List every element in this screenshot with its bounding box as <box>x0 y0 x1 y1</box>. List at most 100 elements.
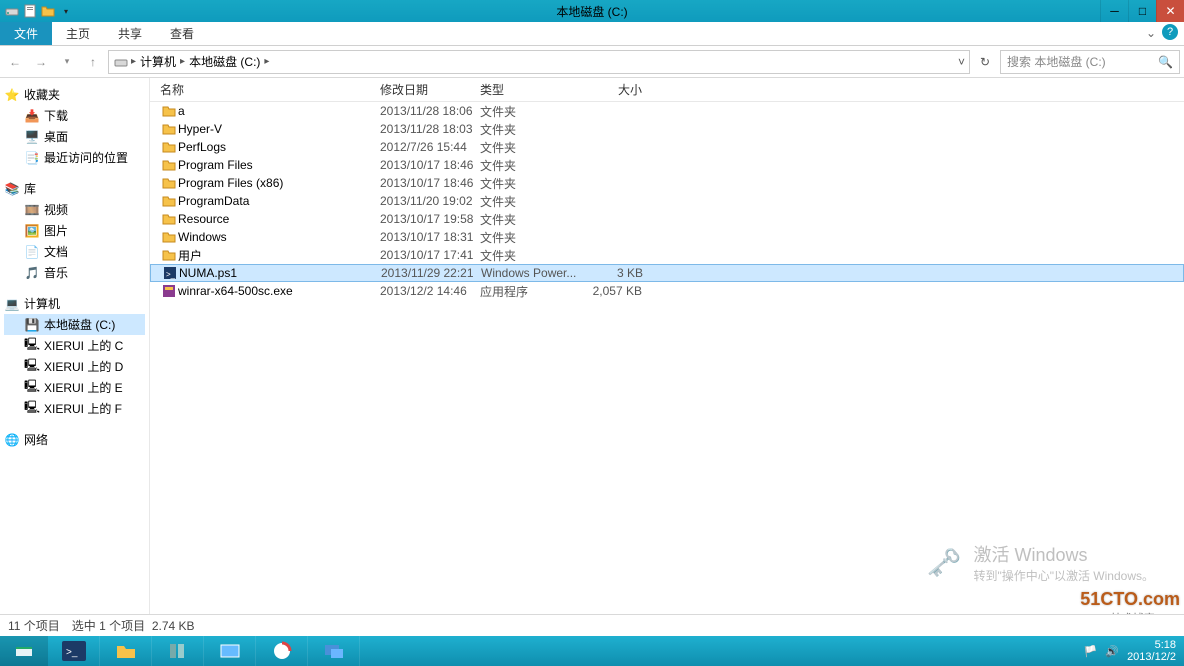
recent-locations-icon[interactable]: ▾ <box>56 51 78 73</box>
tray-date: 2013/12/2 <box>1127 651 1176 663</box>
folder-icon[interactable] <box>40 3 56 19</box>
up-button[interactable]: ↑ <box>82 51 104 73</box>
taskbar-rdp[interactable] <box>308 636 360 666</box>
column-type[interactable]: 类型 <box>480 81 586 98</box>
file-row[interactable]: Program Files (x86)2013/10/17 18:46文件夹 <box>150 174 1184 192</box>
file-date: 2013/11/29 22:21 <box>381 266 481 280</box>
nav-netdrive-e[interactable]: 🖳XIERUI 上的 E <box>4 377 145 398</box>
file-row[interactable]: 用户2013/10/17 17:41文件夹 <box>150 246 1184 264</box>
breadcrumb-drive[interactable]: 本地磁盘 (C:) <box>187 53 262 70</box>
chevron-right-icon[interactable]: ▸ <box>264 56 269 67</box>
nav-netdrive-f[interactable]: 🖳XIERUI 上的 F <box>4 398 145 419</box>
nav-pictures[interactable]: 🖼️图片 <box>4 220 145 241</box>
nav-netdrive-d[interactable]: 🖳XIERUI 上的 D <box>4 356 145 377</box>
tab-view[interactable]: 查看 <box>156 22 208 45</box>
nav-desktop[interactable]: 🖥️桌面 <box>4 126 145 147</box>
nav-libraries[interactable]: 📚库 <box>4 178 145 199</box>
nav-documents[interactable]: 📄文档 <box>4 241 145 262</box>
forward-button[interactable]: → <box>30 51 52 73</box>
tray-flag-icon[interactable]: 🏳️ <box>1084 645 1098 658</box>
quick-access-toolbar: ▾ <box>0 3 74 19</box>
file-row[interactable]: Windows2013/10/17 18:31文件夹 <box>150 228 1184 246</box>
taskbar: >_ 🏳️ 🔊 5:18 2013/12/2 <box>0 636 1184 666</box>
address-bar[interactable]: ▸ 计算机 ▸ 本地磁盘 (C:) ▸ ˅ <box>108 50 970 74</box>
status-bar: 11 个项目 选中 1 个项目 2.74 KB <box>0 614 1184 636</box>
download-icon: 📥 <box>24 108 40 124</box>
back-button[interactable]: ← <box>4 51 26 73</box>
file-type: 文件夹 <box>480 139 586 156</box>
nav-videos[interactable]: 🎞️视频 <box>4 199 145 220</box>
taskbar-hyperv[interactable] <box>204 636 256 666</box>
file-date: 2013/10/17 18:31 <box>380 230 480 244</box>
column-size[interactable]: 大小 <box>586 81 642 98</box>
props-icon[interactable] <box>22 3 38 19</box>
star-icon: ⭐ <box>4 87 20 103</box>
search-input[interactable]: 搜索 本地磁盘 (C:) 🔍 <box>1000 50 1180 74</box>
nav-netdrive-c[interactable]: 🖳XIERUI 上的 C <box>4 335 145 356</box>
drive-icon <box>4 3 20 19</box>
file-row[interactable]: a2013/11/28 18:06文件夹 <box>150 102 1184 120</box>
taskbar-powershell[interactable]: >_ <box>48 636 100 666</box>
file-row[interactable]: PerfLogs2012/7/26 15:44文件夹 <box>150 138 1184 156</box>
svg-text:>_: >_ <box>166 270 176 279</box>
file-list-pane: 名称 修改日期 类型 大小 a2013/11/28 18:06文件夹Hyper-… <box>150 78 1184 634</box>
taskbar-server-manager[interactable] <box>152 636 204 666</box>
file-row[interactable]: Hyper-V2013/11/28 18:03文件夹 <box>150 120 1184 138</box>
file-name: PerfLogs <box>178 140 380 154</box>
file-type: 文件夹 <box>480 211 586 228</box>
qat-dropdown-icon[interactable]: ▾ <box>58 3 74 19</box>
taskbar-explorer[interactable] <box>100 636 152 666</box>
refresh-button[interactable]: ↻ <box>974 55 996 69</box>
window-title: 本地磁盘 (C:) <box>556 3 627 20</box>
minimize-button[interactable]: ─ <box>1100 0 1128 22</box>
help-icon[interactable]: ? <box>1162 24 1178 40</box>
status-selection: 选中 1 个项目 2.74 KB <box>72 617 195 634</box>
column-date[interactable]: 修改日期 <box>380 81 480 98</box>
tray-volume-icon[interactable]: 🔊 <box>1105 645 1119 658</box>
title-bar: ▾ 本地磁盘 (C:) ─ □ ✕ <box>0 0 1184 22</box>
breadcrumb-computer[interactable]: 计算机 <box>138 53 178 70</box>
folder-icon <box>160 175 178 191</box>
file-row[interactable]: Program Files2013/10/17 18:46文件夹 <box>150 156 1184 174</box>
nav-recent[interactable]: 📑最近访问的位置 <box>4 147 145 168</box>
file-size: 3 KB <box>587 266 643 280</box>
library-icon: 📚 <box>4 181 20 197</box>
tab-file[interactable]: 文件 <box>0 22 52 45</box>
file-row[interactable]: winrar-x64-500sc.exe2013/12/2 14:46应用程序2… <box>150 282 1184 300</box>
column-headers: 名称 修改日期 类型 大小 <box>150 78 1184 102</box>
file-date: 2013/10/17 18:46 <box>380 158 480 172</box>
file-row[interactable]: Resource2013/10/17 19:58文件夹 <box>150 210 1184 228</box>
tab-home[interactable]: 主页 <box>52 22 104 45</box>
start-button[interactable] <box>0 636 48 666</box>
file-size: 2,057 KB <box>586 284 642 298</box>
file-date: 2013/11/28 18:06 <box>380 104 480 118</box>
address-dropdown-icon[interactable]: ˅ <box>958 55 965 69</box>
file-date: 2013/10/17 18:46 <box>380 176 480 190</box>
netdrive-icon: 🖳 <box>24 359 40 375</box>
file-type: 文件夹 <box>480 193 586 210</box>
ribbon-collapse-icon[interactable]: ⌄ <box>1146 26 1156 40</box>
nav-favorites[interactable]: ⭐收藏夹 <box>4 84 145 105</box>
taskbar-app[interactable] <box>256 636 308 666</box>
column-name[interactable]: 名称 <box>160 81 380 98</box>
tab-share[interactable]: 共享 <box>104 22 156 45</box>
chevron-right-icon[interactable]: ▸ <box>131 56 136 67</box>
maximize-button[interactable]: □ <box>1128 0 1156 22</box>
document-icon: 📄 <box>24 244 40 260</box>
picture-icon: 🖼️ <box>24 223 40 239</box>
video-icon: 🎞️ <box>24 202 40 218</box>
desktop-icon: 🖥️ <box>24 129 40 145</box>
nav-network[interactable]: 🌐网络 <box>4 429 145 450</box>
nav-computer[interactable]: 💻计算机 <box>4 293 145 314</box>
system-tray[interactable]: 🏳️ 🔊 5:18 2013/12/2 <box>1076 636 1184 666</box>
music-icon: 🎵 <box>24 265 40 281</box>
chevron-right-icon[interactable]: ▸ <box>180 56 185 67</box>
nav-music[interactable]: 🎵音乐 <box>4 262 145 283</box>
computer-icon: 💻 <box>4 296 20 312</box>
nav-drive-c[interactable]: 💾本地磁盘 (C:) <box>4 314 145 335</box>
nav-downloads[interactable]: 📥下载 <box>4 105 145 126</box>
file-row[interactable]: >_NUMA.ps12013/11/29 22:21Windows Power.… <box>150 264 1184 282</box>
search-icon: 🔍 <box>1158 55 1173 69</box>
file-row[interactable]: ProgramData2013/11/20 19:02文件夹 <box>150 192 1184 210</box>
close-button[interactable]: ✕ <box>1156 0 1184 22</box>
